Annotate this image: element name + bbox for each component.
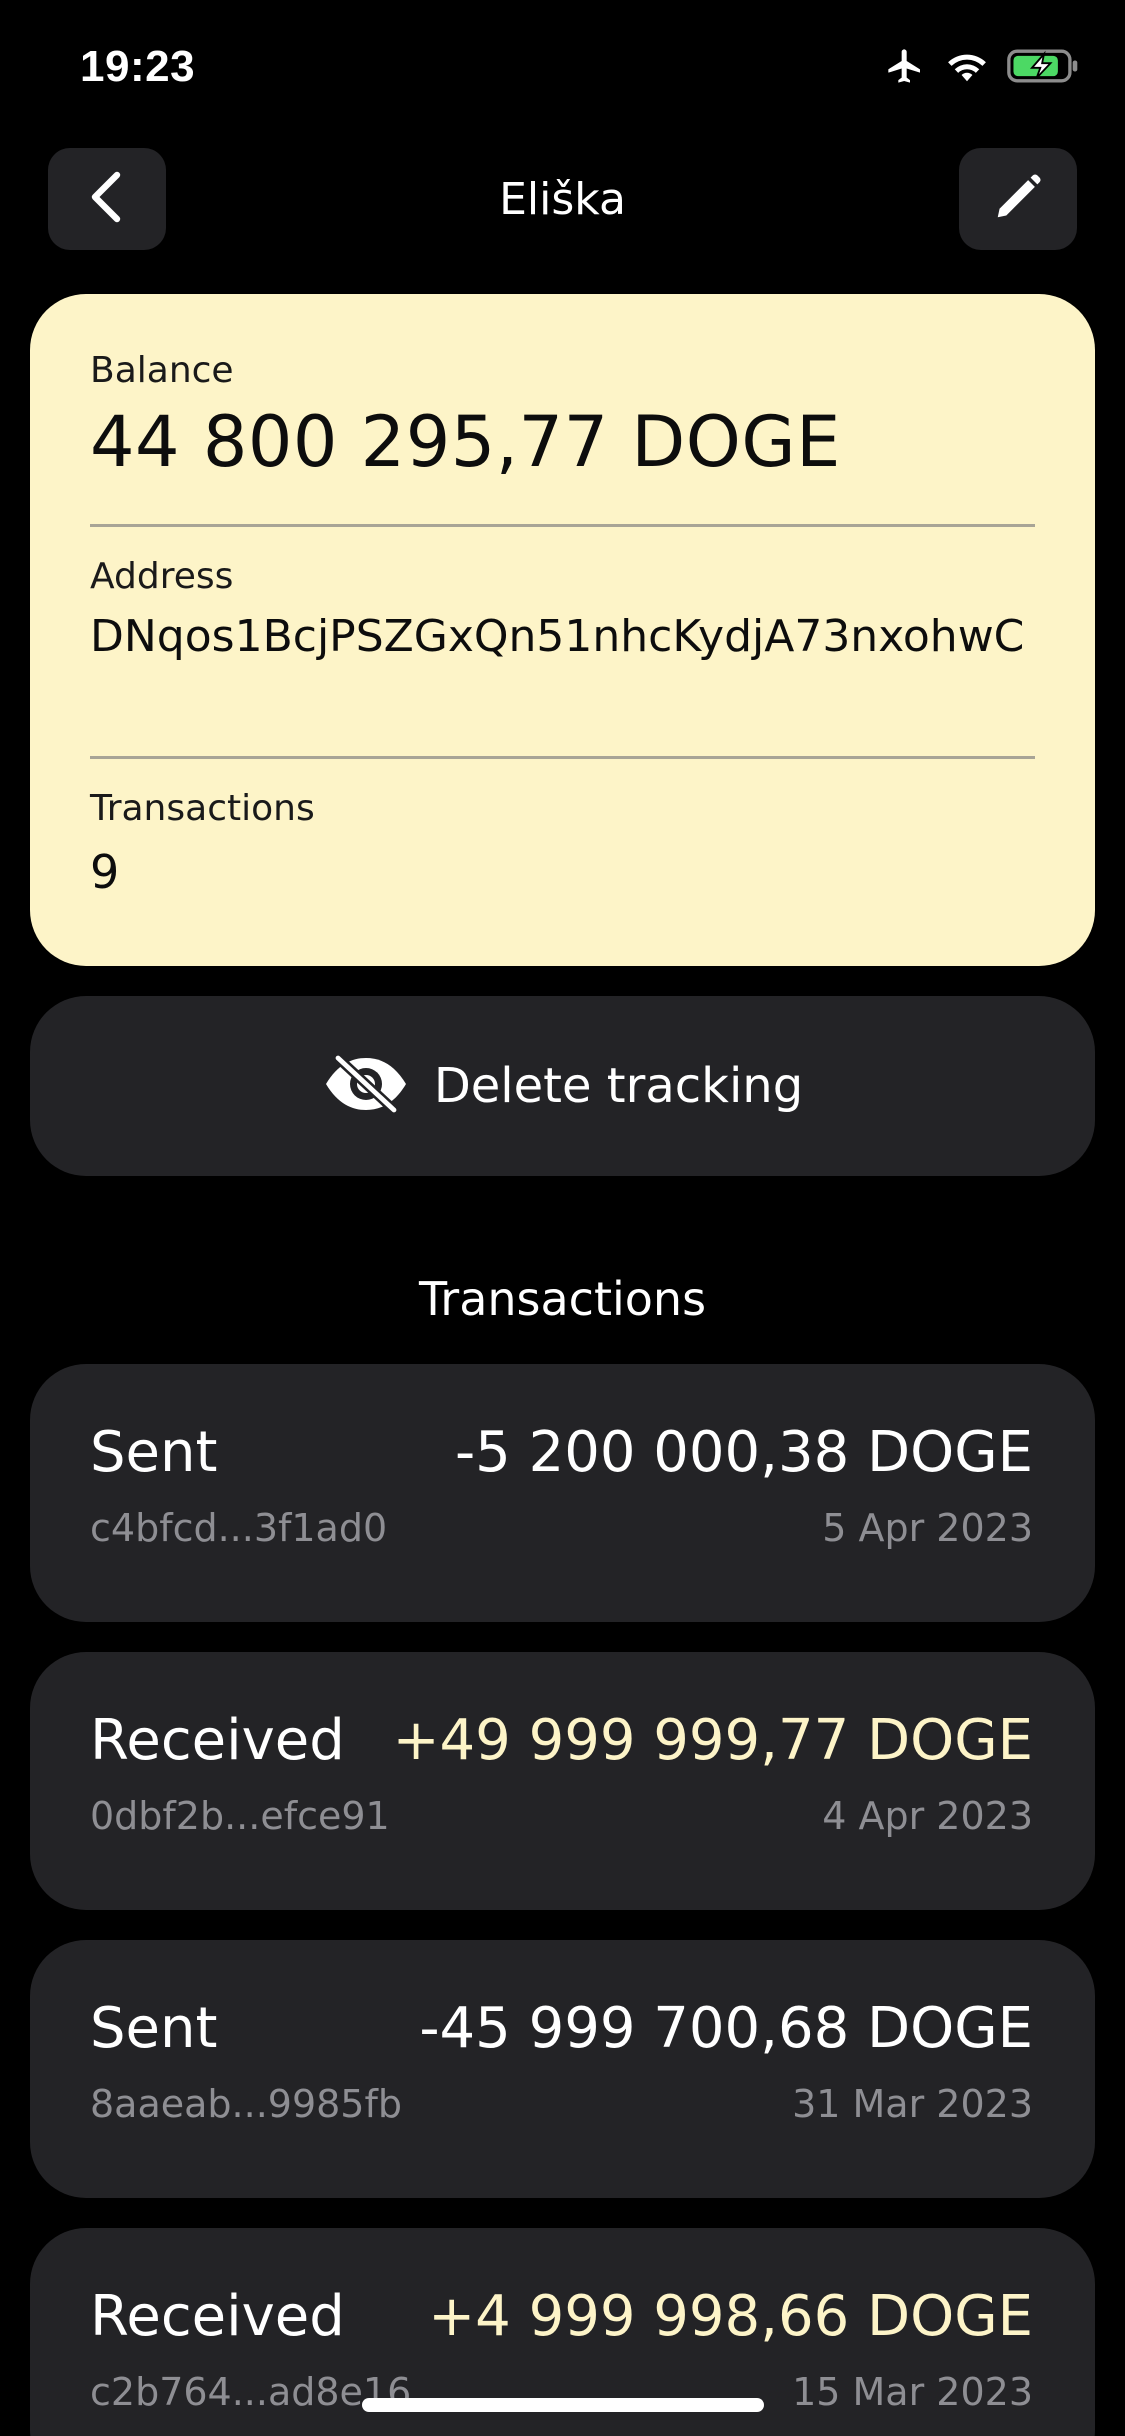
- transaction-type: Received: [90, 1708, 345, 1773]
- transactions-list: Sent -5 200 000,38 DOGE c4bfcd...3f1ad0 …: [30, 1364, 1095, 2436]
- delete-tracking-label: Delete tracking: [433, 1058, 804, 1114]
- wallet-info-card: Balance 44 800 295,77 DOGE Address DNqos…: [30, 294, 1095, 966]
- transaction-date: 31 Mar 2023: [792, 2082, 1033, 2126]
- transaction-hash: 8aaeab...9985fb: [90, 2082, 402, 2126]
- transaction-amount: +49 999 999,77 DOGE: [392, 1708, 1033, 1773]
- transaction-type: Sent: [90, 1996, 218, 2061]
- divider: [90, 524, 1035, 527]
- home-indicator[interactable]: [362, 2398, 764, 2412]
- transaction-amount: -5 200 000,38 DOGE: [454, 1420, 1033, 1485]
- status-bar: 19:23: [0, 0, 1125, 140]
- transaction-type: Sent: [90, 1420, 218, 1485]
- balance-label: Balance: [90, 350, 234, 391]
- balance-value: 44 800 295,77 DOGE: [90, 401, 841, 483]
- transaction-date: 15 Mar 2023: [792, 2370, 1033, 2414]
- transaction-hash: 0dbf2b...efce91: [90, 1794, 390, 1838]
- transaction-item[interactable]: Sent -5 200 000,38 DOGE c4bfcd...3f1ad0 …: [30, 1364, 1095, 1622]
- wallet-detail-screen: 19:23 Eliška Balance 44 800 295,77 DOGE …: [0, 0, 1125, 2436]
- page-title: Eliška: [499, 173, 626, 225]
- divider: [90, 756, 1035, 759]
- address-section: Address DNqos1BcjPSZGxQn51nhcKydjA73nxoh…: [90, 556, 1035, 663]
- airplane-icon: [883, 46, 927, 86]
- transaction-item[interactable]: Received +49 999 999,77 DOGE 0dbf2b...ef…: [30, 1652, 1095, 1910]
- edit-button[interactable]: [959, 148, 1077, 250]
- balance-section: Balance 44 800 295,77 DOGE: [90, 350, 1035, 483]
- transaction-amount: +4 999 998,66 DOGE: [428, 2284, 1033, 2349]
- transactions-count-value: 9: [90, 845, 120, 899]
- transactions-count-label: Transactions: [90, 788, 315, 829]
- transaction-item[interactable]: Sent -45 999 700,68 DOGE 8aaeab...9985fb…: [30, 1940, 1095, 2198]
- transaction-date: 4 Apr 2023: [822, 1794, 1033, 1838]
- delete-tracking-button[interactable]: Delete tracking: [30, 996, 1095, 1176]
- transaction-amount: -45 999 700,68 DOGE: [419, 1996, 1033, 2061]
- battery-charging-icon: [1007, 47, 1081, 85]
- wifi-icon: [945, 48, 989, 84]
- transactions-count-section: Transactions 9: [90, 788, 1035, 899]
- address-label: Address: [90, 556, 234, 597]
- status-icons: [883, 46, 1081, 86]
- eye-slash-icon: [322, 1054, 410, 1118]
- transaction-type: Received: [90, 2284, 345, 2349]
- status-time: 19:23: [80, 42, 196, 91]
- transactions-section-title: Transactions: [418, 1272, 707, 1326]
- transaction-hash: c4bfcd...3f1ad0: [90, 1506, 388, 1550]
- pencil-icon: [991, 170, 1045, 228]
- transaction-date: 5 Apr 2023: [822, 1506, 1033, 1550]
- navigation-bar: Eliška: [0, 148, 1125, 250]
- address-value[interactable]: DNqos1BcjPSZGxQn51nhcKydjA73nxohwC: [90, 611, 1035, 663]
